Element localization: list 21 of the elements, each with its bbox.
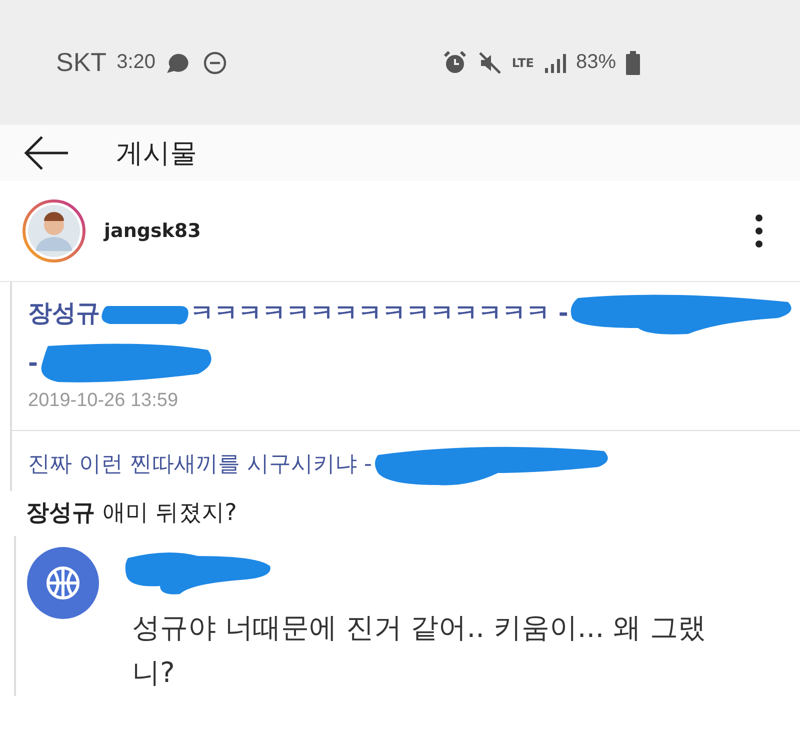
comment-author: 장성규 <box>28 298 100 329</box>
reply-text: 성규야 너때문에 진거 같어.. 키움이... 왜 그랬니? <box>131 610 707 691</box>
do-not-disturb-icon <box>202 50 228 76</box>
network-type: LTE <box>512 56 534 70</box>
muted-speaker-icon <box>478 50 502 74</box>
battery-icon <box>626 50 640 74</box>
comment-text: - <box>28 349 38 377</box>
comment-text: ㅋㅋㅋㅋㅋㅋㅋㅋㅋㅋㅋㅋㅋㅋㅋ - <box>190 298 568 329</box>
clock-time: 3:20 <box>116 51 156 74</box>
basketball-avatar-icon <box>26 546 100 620</box>
more-options-icon[interactable] <box>754 214 764 248</box>
comment-date: 2019-10-26 13:59 <box>28 390 180 412</box>
alarm-clock-icon <box>442 50 468 76</box>
username[interactable]: jangsk83 <box>104 220 736 242</box>
battery-percent: 83% <box>576 51 616 74</box>
page-title: 게시물 <box>116 137 197 171</box>
profile-avatar[interactable] <box>22 199 86 263</box>
carrier-name: SKT <box>56 47 107 78</box>
comment-text: 장성규 애미 뒤졌지? <box>26 500 237 526</box>
signal-icon <box>544 52 566 74</box>
post-title: 진짜 이런 찐따새끼를 시구시키냐 - <box>28 451 372 479</box>
